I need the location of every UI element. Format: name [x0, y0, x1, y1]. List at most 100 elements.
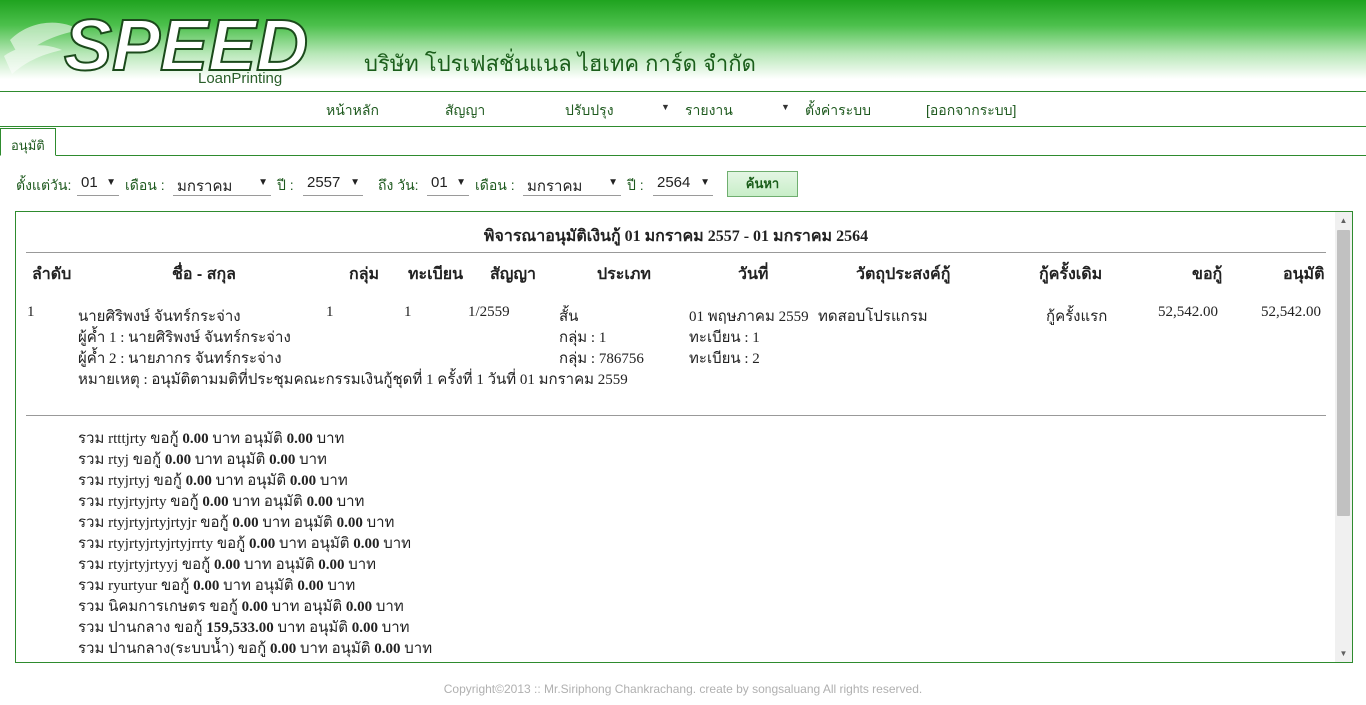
update-dropdown-icon[interactable]: ▼ — [661, 102, 670, 112]
col-previous: กู้ครั้งเดิม — [1039, 266, 1103, 283]
row-contract: 1/2559 — [468, 304, 510, 320]
chevron-down-icon: ▼ — [608, 177, 618, 188]
to-month-select[interactable]: มกราคม ▼ — [523, 172, 621, 196]
summary-approve-value: 0.00 — [286, 431, 313, 447]
summary-baht-word: บาท — [212, 431, 241, 447]
from-year-label: ปี : — [277, 177, 294, 193]
row-group: 1 — [326, 304, 334, 320]
summary-name: ปานกลาง — [108, 620, 171, 636]
summary-request-word: ขอกู้ — [150, 431, 179, 447]
summary-total-word: รวม — [78, 599, 105, 615]
summary-name: rtyjrtyjrtyjrtyjr — [108, 515, 197, 531]
summary-baht-word: บาท — [300, 641, 328, 657]
summary-approve-word: อนุมัติ — [254, 578, 294, 594]
chevron-down-icon: ▼ — [700, 177, 710, 188]
col-register: ทะเบียน — [408, 266, 464, 283]
menu-settings[interactable]: ตั้งค่าระบบ — [805, 100, 871, 122]
col-purpose: วัตถุประสงค์กู้ — [856, 266, 951, 283]
row-type-group-2: กลุ่ม : 786756 — [559, 351, 644, 367]
menu-report[interactable]: รายงาน — [685, 100, 733, 122]
menu-home[interactable]: หน้าหลัก — [326, 100, 379, 122]
summary-name: นิคมการเกษตร — [108, 599, 206, 615]
to-year-label: ปี : — [627, 177, 644, 193]
summary-name: ryurtyur — [108, 578, 158, 594]
menu-contract[interactable]: สัญญา — [445, 100, 485, 122]
from-day-select[interactable]: 01 ▼ — [77, 172, 119, 196]
col-approve: อนุมัติ — [1283, 266, 1325, 283]
summary-request-word: ขอกู้ — [132, 452, 162, 468]
summary-baht-word: บาท — [327, 578, 356, 594]
scroll-down-icon[interactable]: ▼ — [1335, 645, 1352, 662]
summary-approve-value: 0.00 — [374, 641, 401, 657]
summary-approve-word: อนุมัติ — [275, 557, 315, 573]
to-day-select[interactable]: 01 ▼ — [427, 172, 469, 196]
summary-total-word: รวม — [78, 557, 105, 573]
summary-name: rtyjrtyjrtyyj — [108, 557, 179, 573]
from-year-value: 2557 — [307, 174, 341, 191]
to-year-select[interactable]: 2564 ▼ — [653, 172, 713, 196]
footer-copyright: Copyright©2013 :: Mr.Siriphong Chankrach… — [443, 682, 923, 696]
row-divider — [26, 415, 1326, 416]
row-request: 52,542.00 — [1158, 304, 1218, 320]
from-year-select[interactable]: 2557 ▼ — [303, 172, 363, 196]
summary-baht-word: บาท — [223, 578, 251, 594]
summary-total-word: รวม — [78, 620, 105, 636]
summary-request-value: 0.00 — [164, 452, 192, 468]
chevron-down-icon: ▼ — [350, 177, 360, 188]
search-button[interactable]: ค้นหา — [727, 171, 798, 197]
menu-logout[interactable]: [ออกจากระบบ] — [926, 100, 1016, 122]
company-name: บริษัท โปรเฟสชั่นแนล ไฮเทค การ์ด จำกัด — [364, 51, 756, 76]
summary-baht-word: บาท — [232, 494, 261, 510]
summary-approve-word: อนุมัติ — [226, 452, 266, 468]
summary-request-word: ขอกู้ — [153, 473, 182, 489]
summary-request-value: 0.00 — [182, 431, 209, 447]
summary-request-value: 0.00 — [202, 494, 229, 510]
summary-baht-word: บาท — [375, 599, 404, 615]
summary-total-word: รวม — [78, 536, 105, 552]
menu-update[interactable]: ปรับปรุง — [565, 100, 614, 122]
summary-approve-value: 0.00 — [336, 515, 363, 531]
summary-total-word: รวม — [78, 515, 105, 531]
row-date-register-2: ทะเบียน : 2 — [689, 351, 760, 367]
summary-name: ปานกลาง(ระบบน้ำ) — [108, 641, 235, 657]
summary-approve-word: อนุมัติ — [310, 536, 350, 552]
summary-baht-word: บาท — [381, 620, 410, 636]
chevron-down-icon: ▼ — [258, 177, 268, 188]
summary-approve-value: 0.00 — [318, 557, 345, 573]
summary-approve-value: 0.00 — [306, 494, 333, 510]
summary-request-word: ขอกู้ — [181, 557, 211, 573]
scroll-up-icon[interactable]: ▲ — [1335, 212, 1352, 229]
from-month-select[interactable]: มกราคม ▼ — [173, 172, 271, 196]
summary-approve-value: 0.00 — [345, 599, 373, 615]
summary-baht-word: บาท — [316, 431, 345, 447]
report-panel[interactable]: พิจารณาอนุมัติเงินกู้ 01 มกราคม 2557 - 0… — [15, 211, 1353, 663]
summary-approve-word: อนุมัติ — [247, 473, 287, 489]
row-previous: กู้ครั้งแรก — [1046, 309, 1108, 325]
summary-baht-word: บาท — [404, 641, 433, 657]
col-request: ขอกู้ — [1192, 266, 1223, 283]
summary-baht-word: บาท — [262, 515, 291, 531]
report-dropdown-icon[interactable]: ▼ — [781, 102, 790, 112]
summary-approve-word: อนุมัติ — [243, 431, 283, 447]
row-register: 1 — [404, 304, 412, 320]
summary-approve-word: อนุมัติ — [263, 494, 303, 510]
from-day-label: ตั้งแต่วัน: — [16, 177, 72, 193]
to-day-value: 01 — [431, 174, 448, 191]
to-month-label: เดือน : — [475, 177, 515, 193]
scrollbar-thumb[interactable] — [1337, 230, 1350, 516]
summary-request-value: 159,533.00 — [206, 620, 274, 636]
vertical-scrollbar[interactable]: ▲ ▼ — [1335, 212, 1352, 662]
menu-bottom-divider — [0, 126, 1366, 127]
summary-approve-value: 0.00 — [269, 452, 296, 468]
tab-approve[interactable]: อนุมัติ — [0, 128, 56, 156]
summary-request-value: 0.00 — [241, 599, 268, 615]
summary-approve-value: 0.00 — [353, 536, 380, 552]
summary-total-word: รวม — [78, 431, 105, 447]
summary-request-value: 0.00 — [232, 515, 259, 531]
summary-line: รวม ปานกลาง(ระบบน้ำ) ขอกู้ 0.00 บาท อนุม… — [78, 636, 432, 660]
summary-baht-word: บาท — [194, 452, 223, 468]
summary-baht-word: บาท — [299, 452, 327, 468]
from-day-value: 01 — [81, 174, 98, 191]
summary-approve-value: 0.00 — [289, 473, 317, 489]
summary-approve-word: อนุมัติ — [331, 641, 371, 657]
